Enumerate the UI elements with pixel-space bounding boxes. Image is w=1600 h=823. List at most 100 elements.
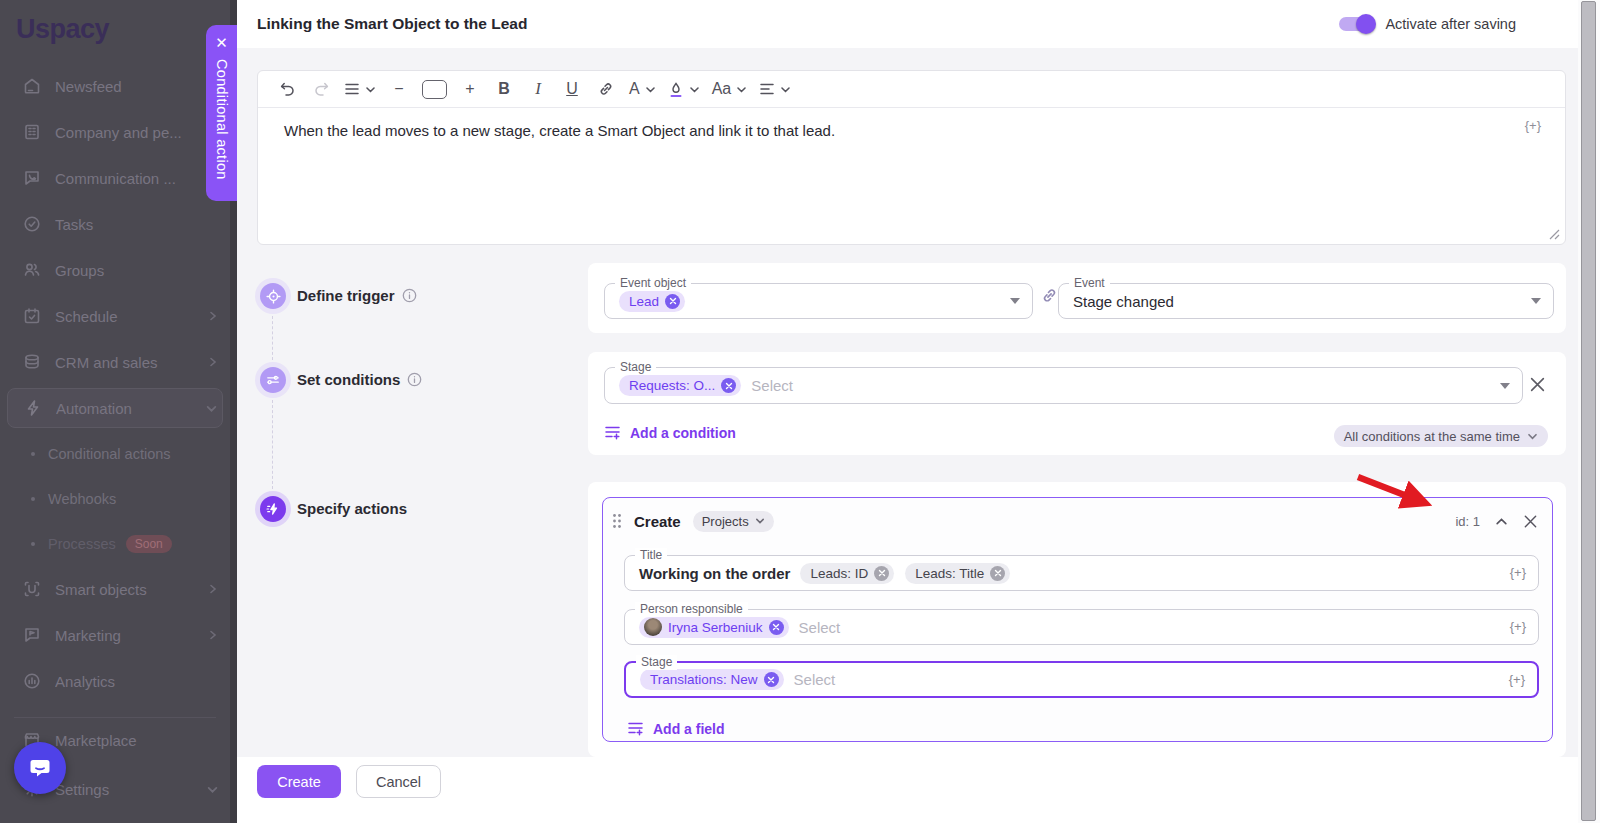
cancel-button[interactable]: Cancel [356, 765, 441, 798]
home-icon [22, 76, 42, 96]
activate-toggle-label: Activate after saving [1385, 16, 1516, 32]
chevron-down-icon [689, 84, 700, 95]
add-field-button[interactable]: Add a field [627, 720, 725, 737]
entity-dropdown[interactable]: Projects [693, 511, 774, 532]
bold-icon[interactable]: B [493, 77, 515, 101]
text-color-icon[interactable]: A [629, 77, 656, 101]
page-title: Linking the Smart Object to the Lead [257, 15, 527, 33]
chevron-right-icon [208, 311, 218, 321]
insert-variable-token[interactable]: {+} [1510, 565, 1526, 580]
info-icon[interactable] [402, 288, 417, 303]
sidebar-item-newsfeed[interactable]: Newsfeed [0, 63, 230, 109]
chevron-down-icon [206, 403, 217, 414]
insert-variable-token[interactable]: {+} [1509, 672, 1525, 687]
conditions-mode-dropdown[interactable]: All conditions at the same time [1334, 425, 1548, 447]
actions-step-label: Specify actions [297, 500, 407, 517]
title-field[interactable]: Title Working on the order Leads: ID Lea… [624, 555, 1539, 591]
create-button[interactable]: Create [257, 765, 341, 798]
sidebar-item-communication[interactable]: Communication ... [0, 155, 230, 201]
people-icon [22, 260, 42, 280]
increase-font-icon[interactable]: + [459, 77, 481, 101]
leads-id-chip: Leads: ID [800, 563, 894, 584]
event-object-label: Event object [615, 276, 691, 291]
font-size-box[interactable] [422, 77, 447, 101]
bullet-icon [31, 542, 35, 546]
trigger-step-icon [255, 278, 291, 314]
sidebar: Uspacy Newsfeed Company and pe... Commun… [0, 0, 230, 823]
drag-handle-icon[interactable] [612, 513, 622, 529]
conditions-step-row: Set conditions [297, 371, 422, 388]
conditional-action-tab[interactable]: ✕ Conditional action [206, 25, 237, 201]
event-value: Stage changed [1073, 293, 1174, 310]
link-icon[interactable] [595, 77, 617, 101]
marketing-icon [22, 625, 42, 645]
scrollbar-thumb[interactable] [1581, 1, 1596, 821]
event-select[interactable]: Event Stage changed [1058, 283, 1554, 319]
underline-icon[interactable]: U [561, 77, 583, 101]
chevron-right-icon [208, 357, 218, 367]
highlight-color-icon[interactable] [668, 77, 700, 101]
sidebar-item-marketing[interactable]: Marketing [0, 612, 230, 658]
modal-header: Linking the Smart Object to the Lead Act… [237, 0, 1600, 48]
close-icon[interactable]: ✕ [215, 34, 228, 52]
chevron-right-icon [208, 584, 218, 594]
trigger-step-label: Define trigger [297, 287, 395, 304]
add-condition-button[interactable]: Add a condition [604, 424, 736, 441]
resize-handle-icon[interactable] [1549, 229, 1560, 240]
dropdown-arrow-icon[interactable] [1010, 298, 1020, 304]
person-responsible-field[interactable]: Person responsible Iryna Serbeniuk Selec… [624, 609, 1539, 645]
sidebar-item-conditional-actions[interactable]: Conditional actions [0, 431, 230, 476]
remove-chip-icon[interactable] [665, 294, 680, 309]
add-list-icon [604, 424, 621, 441]
sidebar-item-crm[interactable]: CRM and sales [0, 339, 230, 385]
chat-widget-button[interactable] [14, 742, 66, 794]
decrease-font-icon[interactable]: − [388, 77, 410, 101]
event-object-select[interactable]: Event object Lead [604, 283, 1033, 319]
remove-chip-icon[interactable] [874, 566, 889, 581]
sidebar-item-processes: Processes Soon [0, 521, 230, 566]
chevron-down-icon [1527, 431, 1538, 442]
remove-chip-icon[interactable] [721, 378, 736, 393]
remove-chip-icon[interactable] [990, 566, 1005, 581]
chevron-down-icon [645, 84, 656, 95]
sidebar-item-automation[interactable]: Automation [7, 388, 223, 428]
insert-variable-token[interactable]: {+} [1510, 619, 1526, 634]
sidebar-item-smart-objects[interactable]: Smart objects [0, 566, 230, 612]
sidebar-item-company[interactable]: Company and pe... [0, 109, 230, 155]
info-icon[interactable] [407, 372, 422, 387]
align-icon[interactable] [759, 77, 791, 101]
actions-step-icon [255, 491, 291, 527]
line-spacing-icon[interactable] [344, 77, 376, 101]
building-icon [22, 122, 42, 142]
insert-variable-token[interactable]: {+} [1525, 118, 1541, 133]
sidebar-item-tasks[interactable]: Tasks [0, 201, 230, 247]
remove-chip-icon[interactable] [764, 672, 779, 687]
editor-body[interactable]: When the lead moves to a new stage, crea… [258, 108, 1565, 244]
activate-toggle[interactable] [1339, 17, 1373, 31]
select-placeholder: Select [799, 619, 841, 636]
undo-icon[interactable] [276, 77, 298, 101]
link-fields-icon [1041, 287, 1058, 304]
automation-zap-icon [23, 398, 43, 418]
remove-condition-icon[interactable] [1529, 376, 1546, 393]
collapse-icon[interactable] [1495, 515, 1508, 528]
italic-icon[interactable]: I [527, 77, 549, 101]
dropdown-arrow-icon[interactable] [1531, 298, 1541, 304]
red-arrow-annotation [1340, 460, 1470, 530]
uspacy-logo[interactable]: Uspacy [0, 0, 230, 63]
sidebar-item-groups[interactable]: Groups [0, 247, 230, 293]
text-style-icon[interactable]: Aa [712, 77, 748, 101]
description-editor[interactable]: − + B I U A Aa When the lead moves to a … [257, 70, 1566, 245]
scrollbar[interactable] [1578, 0, 1600, 823]
remove-chip-icon[interactable] [769, 620, 784, 635]
condition-stage-label: Stage [615, 360, 656, 375]
dropdown-arrow-icon[interactable] [1500, 383, 1510, 389]
condition-stage-select[interactable]: Stage Requests: O... Select [604, 367, 1523, 404]
remove-action-icon[interactable] [1523, 514, 1538, 529]
stage-field[interactable]: Stage Translations: New Select {+} [624, 661, 1539, 698]
sidebar-item-webhooks[interactable]: Webhooks [0, 476, 230, 521]
sidebar-item-schedule[interactable]: Schedule [0, 293, 230, 339]
sidebar-item-analytics[interactable]: Analytics [0, 658, 230, 704]
step-connector [272, 400, 273, 489]
redo-icon[interactable] [310, 77, 332, 101]
